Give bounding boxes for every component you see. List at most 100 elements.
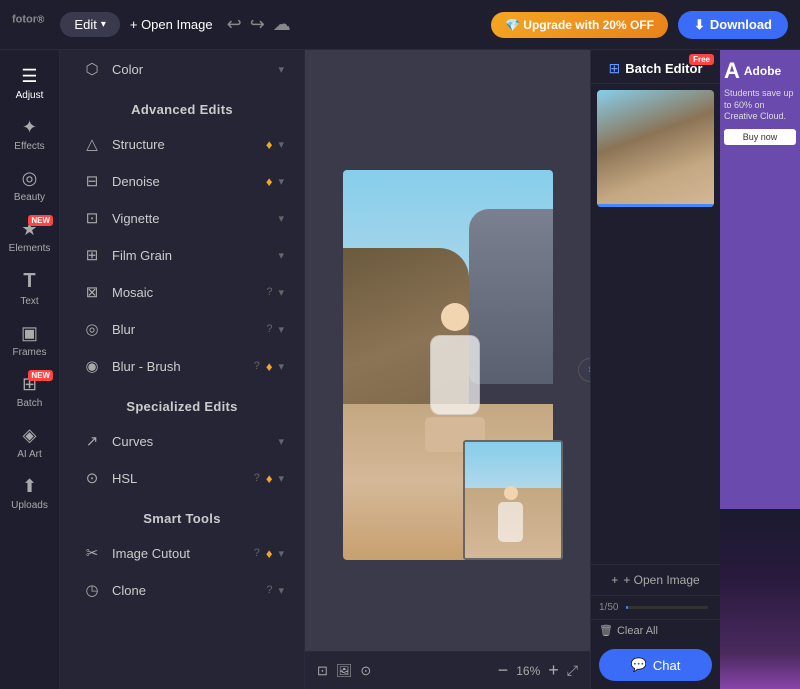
effects-icon: ✦ [22,117,37,138]
batch-editor-icon: ⊞ [608,60,620,77]
curves-icon: ↗ [82,432,102,450]
edit-menu-button[interactable]: Edit ▾ [60,12,119,37]
app-logo: fotor® [12,13,44,36]
clear-all-button[interactable]: 🗑 Clear All [591,619,720,641]
denoise-tool[interactable]: ⊟ Denoise ♦ ▾ [66,163,298,199]
chevron-down-icon: ▾ [278,212,284,225]
add-image-button[interactable]: + + Open Image [591,564,720,595]
blur-tool[interactable]: ◎ Blur ? ▾ [66,311,298,347]
undo-icon[interactable]: ↩ [227,14,242,35]
collapse-right-panel-button[interactable]: › [578,358,590,382]
film-grain-tool[interactable]: ⊞ Film Grain ▾ [66,237,298,273]
upgrade-button[interactable]: 💎 Upgrade with 20% OFF [491,12,668,38]
uploads-icon: ⬆ [22,476,37,497]
batch-image-list [591,84,720,564]
redo-icon[interactable]: ↪ [250,14,265,35]
download-button[interactable]: ⬇ Download [678,11,788,39]
open-image-button[interactable]: + Open Image [130,17,213,32]
frames-icon: ▣ [21,323,38,344]
sidebar-item-frames[interactable]: ▣ Frames [0,315,59,366]
trash-icon: 🗑 [599,624,613,637]
sidebar-item-effects[interactable]: ✦ Effects [0,109,59,160]
chevron-down-icon: ▾ [278,584,284,597]
color-tool[interactable]: ⬡ Color ▾ [66,51,298,87]
help-icon[interactable]: ? [266,584,272,596]
sidebar-item-batch[interactable]: NEW ⊞ Batch [0,366,59,417]
sidebar-item-beauty[interactable]: ◎ Beauty [0,160,59,211]
canvas-tool-btn-2[interactable]: 🖼 [336,663,353,679]
hsl-icon: ⊙ [82,469,102,487]
structure-tool[interactable]: △ Structure ♦ ▾ [66,126,298,162]
denoise-icon: ⊟ [82,172,102,190]
chevron-down-icon: ▾ [278,138,284,151]
structure-icon: △ [82,135,102,153]
text-icon: T [23,270,35,293]
chevron-down-icon: ▾ [278,63,284,76]
batch-new-badge: NEW [28,370,53,381]
sidebar-item-ai-art[interactable]: ◈ AI Art [0,417,59,468]
vignette-tool[interactable]: ⊡ Vignette ▾ [66,200,298,236]
new-badge: NEW [28,215,53,226]
ad-content: A Adobe Students save up to 60% on Creat… [720,50,800,509]
cloud-icon[interactable]: ☁ [273,14,291,35]
mosaic-tool[interactable]: ⊠ Mosaic ? ▾ [66,274,298,310]
mosaic-icon: ⊠ [82,283,102,301]
ad-image [720,509,800,689]
sidebar-item-elements[interactable]: NEW ★ Elements [0,211,59,262]
sidebar-icons: ☰ Adjust ✦ Effects ◎ Beauty NEW ★ Elemen… [0,50,60,689]
blur-icon: ◎ [82,320,102,338]
left-panel: ⬡ Color ▾ Advanced Edits △ Structure ♦ ▾… [60,50,305,689]
chevron-down-icon: ▾ [278,175,284,188]
help-icon[interactable]: ? [254,472,260,484]
nav-icons: ↩ ↪ ☁ [227,14,291,35]
batch-header: ⊞ Batch Editor Free [591,50,720,84]
hsl-tool[interactable]: ⊙ HSL ? ♦ ▾ [66,460,298,496]
curves-tool[interactable]: ↗ Curves ▾ [66,423,298,459]
chevron-down-icon: ▾ [278,360,284,373]
help-icon[interactable]: ? [254,547,260,559]
sidebar-item-text[interactable]: T Text [0,262,59,315]
main-area: ☰ Adjust ✦ Effects ◎ Beauty NEW ★ Elemen… [0,50,800,689]
chat-icon: 💬 [631,657,647,673]
blur-brush-tool[interactable]: ◉ Blur - Brush ? ♦ ▾ [66,348,298,384]
canvas-tool-btn-1[interactable]: ⊡ [317,663,328,679]
batch-panel: ⊞ Batch Editor Free + + Open Image 1/50 … [590,50,720,689]
chevron-down-icon: ▾ [278,286,284,299]
chevron-down-icon: ▾ [278,323,284,336]
adobe-brand: Adobe [744,64,781,78]
smart-tools-title: Smart Tools [60,497,304,534]
help-icon[interactable]: ? [254,360,260,372]
clone-tool[interactable]: ◷ Clone ? ▾ [66,572,298,608]
batch-thumbnail[interactable] [597,90,714,207]
help-icon[interactable]: ? [266,286,272,298]
zoom-level: 16% [516,664,540,678]
expand-button[interactable]: ⤢ [567,662,578,679]
image-cutout-tool[interactable]: ✂ Image Cutout ? ♦ ▾ [66,535,298,571]
topbar: fotor® Edit ▾ + Open Image ↩ ↪ ☁ 💎 Upgra… [0,0,800,50]
ad-buy-button[interactable]: Buy now [724,129,796,145]
logo-text: fotor [12,13,37,25]
ad-text: Students save up to 60% on Creative Clou… [724,88,796,123]
sidebar-item-adjust[interactable]: ☰ Adjust [0,58,59,109]
image-cutout-icon: ✂ [82,544,102,562]
premium-icon: ♦ [266,359,273,374]
blur-brush-icon: ◉ [82,357,102,375]
chevron-down-icon: ▾ [278,435,284,448]
chevron-down-icon: ▾ [101,19,106,30]
sidebar-item-uploads[interactable]: ⬆ Uploads [0,468,59,519]
ai-art-icon: ◈ [23,425,37,446]
canvas-area: › [305,50,590,689]
premium-icon: ♦ [266,174,273,189]
chevron-down-icon: ▾ [278,472,284,485]
help-icon[interactable]: ? [266,323,272,335]
zoom-in-button[interactable]: + [548,660,559,681]
progress-text: 1/50 [599,602,618,613]
canvas-tool-btn-3[interactable]: ⊙ [360,663,371,679]
color-icon: ⬡ [82,60,102,78]
chevron-down-icon: ▾ [278,547,284,560]
film-grain-icon: ⊞ [82,246,102,264]
premium-icon: ♦ [266,546,273,561]
chat-button[interactable]: 💬 Chat [599,649,712,681]
zoom-out-button[interactable]: − [498,660,509,681]
chevron-down-icon: ▾ [278,249,284,262]
